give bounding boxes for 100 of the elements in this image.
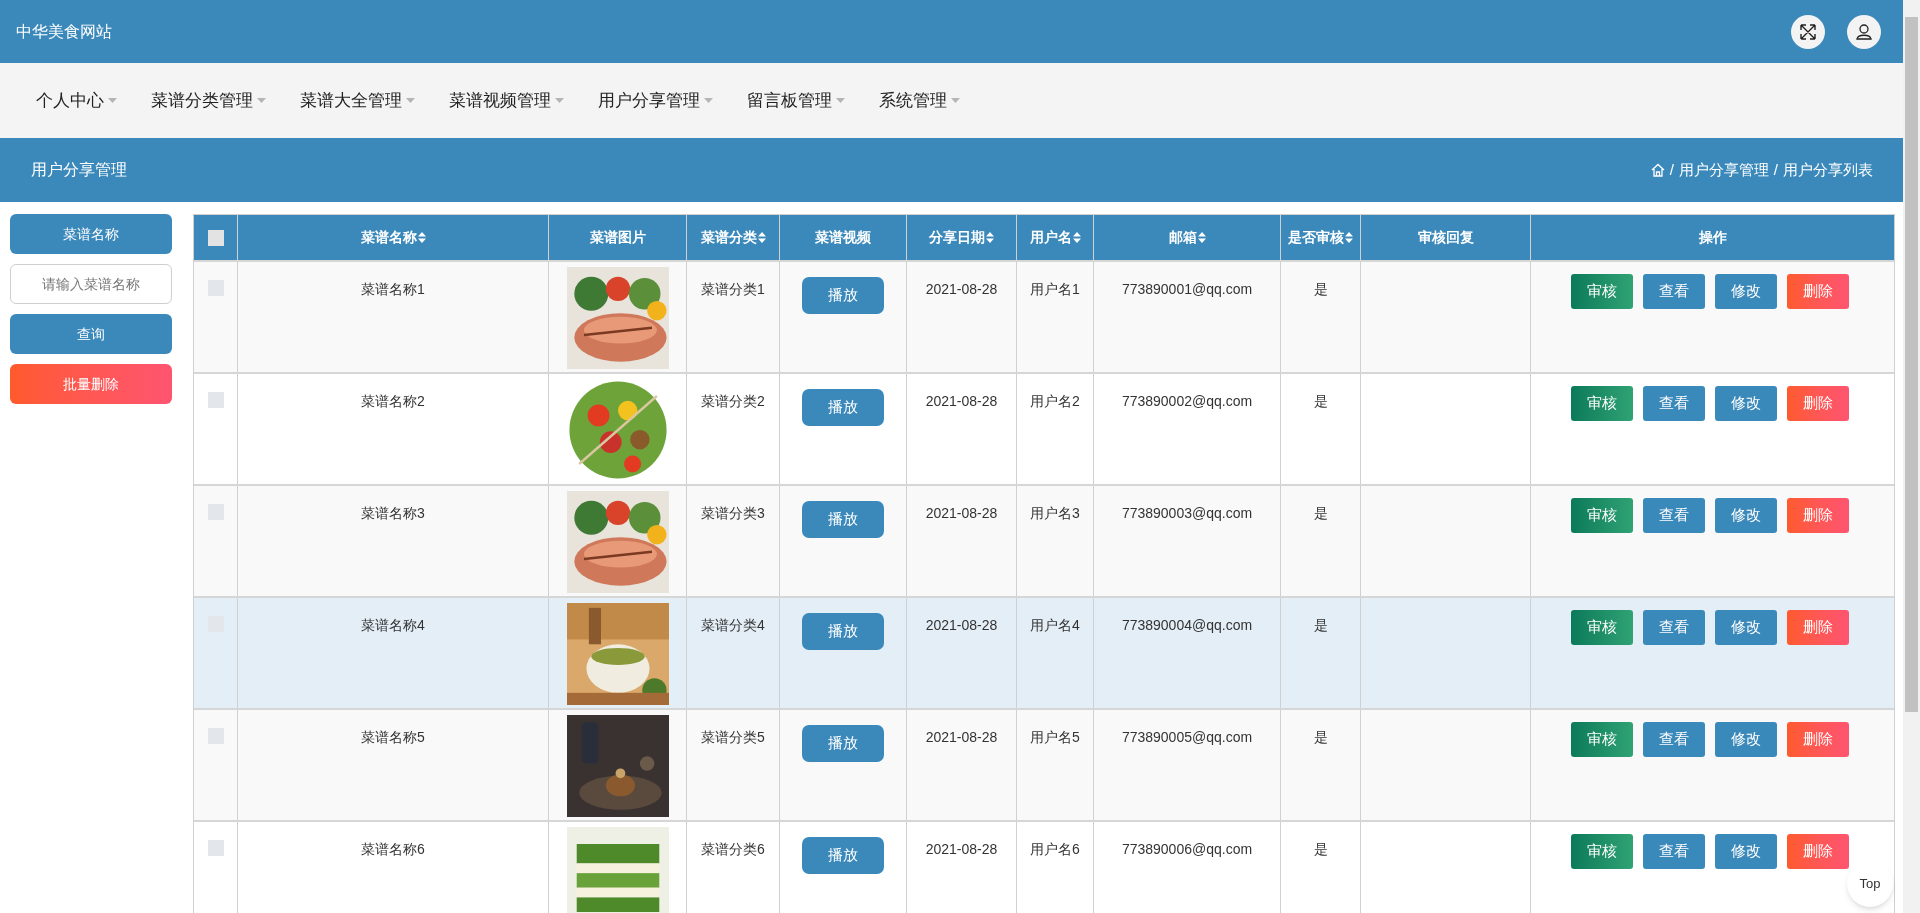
- table-cell-text: 菜谱分类5: [701, 728, 765, 747]
- table-cell-text: 是: [1313, 280, 1328, 299]
- table-cell-text: 2021-08-28: [925, 616, 998, 635]
- caret-icon: [555, 98, 564, 103]
- expand-icon: [1799, 22, 1817, 41]
- table-cell-text: 是: [1313, 616, 1328, 635]
- user-button[interactable]: [1847, 14, 1881, 49]
- column-header[interactable]: 邮箱: [1168, 227, 1197, 248]
- table-cell-text: 用户名3: [1030, 504, 1080, 523]
- search-field[interactable]: 请输入菜谱名称: [10, 264, 172, 304]
- breadcrumb-item: 用户分享列表: [1783, 159, 1873, 180]
- action-button[interactable]: 审核: [1570, 274, 1633, 309]
- action-button[interactable]: 审核: [1570, 498, 1633, 533]
- fullscreen-button[interactable]: [1791, 14, 1825, 49]
- nav-menu[interactable]: 系统管理: [879, 87, 960, 114]
- table-cell-text: 菜谱名称2: [361, 392, 425, 411]
- breadcrumb-item[interactable]: 用户分享管理: [1678, 158, 1769, 182]
- action-button[interactable]: 审核: [1570, 834, 1633, 869]
- play-button[interactable]: 播放: [802, 389, 884, 426]
- breadcrumb-separator: /: [1669, 159, 1674, 180]
- action-button[interactable]: 删除: [1786, 498, 1849, 533]
- action-button[interactable]: 查看: [1642, 386, 1705, 421]
- action-button[interactable]: 修改: [1714, 386, 1777, 421]
- action-button[interactable]: 审核: [1570, 386, 1633, 421]
- sort-icon[interactable]: [417, 232, 426, 243]
- sort-icon[interactable]: [1197, 232, 1206, 243]
- table-cell-text: 菜谱名称4: [361, 616, 425, 635]
- table-cell-text: 菜谱分类3: [701, 504, 765, 523]
- table-cell-text: 菜谱名称3: [361, 504, 425, 523]
- nav-menu[interactable]: 个人中心: [36, 87, 117, 114]
- play-button[interactable]: 播放: [802, 725, 884, 762]
- column-header[interactable]: 分享日期: [929, 227, 985, 248]
- action-button[interactable]: 查看: [1642, 834, 1705, 869]
- action-button[interactable]: 修改: [1714, 274, 1777, 309]
- nav-menu[interactable]: 留言板管理: [747, 87, 845, 114]
- table-cell-text: 773890001@qq.com: [1121, 280, 1253, 299]
- sort-icon[interactable]: [757, 232, 766, 243]
- nav-menu[interactable]: 菜谱视频管理: [449, 87, 564, 114]
- caret-icon: [108, 98, 117, 103]
- action-button[interactable]: 删除: [1786, 722, 1849, 757]
- action-button[interactable]: 删除: [1786, 386, 1849, 421]
- sort-icon[interactable]: [1072, 232, 1081, 243]
- nav-menu[interactable]: 菜谱大全管理: [300, 87, 415, 114]
- table-cell-text: 2021-08-28: [925, 392, 998, 411]
- action-button[interactable]: 修改: [1714, 722, 1777, 757]
- play-button[interactable]: 播放: [802, 501, 884, 538]
- caret-icon: [951, 98, 960, 103]
- table-cell-text: 2021-08-28: [925, 280, 998, 299]
- breadcrumb-separator: /: [1773, 159, 1778, 180]
- table-cell-text: 菜谱名称6: [361, 840, 425, 859]
- row-checkbox[interactable]: [207, 840, 224, 856]
- row-checkbox[interactable]: [207, 392, 224, 408]
- sort-icon[interactable]: [986, 232, 994, 243]
- action-button[interactable]: 查看: [1642, 498, 1705, 533]
- page-title: 用户分享管理: [31, 160, 127, 180]
- home-icon[interactable]: [1650, 163, 1665, 177]
- nav-menu[interactable]: 菜谱分类管理: [151, 87, 266, 114]
- sort-icon[interactable]: [1345, 232, 1353, 243]
- action-button[interactable]: 修改: [1714, 610, 1777, 645]
- batch-delete-button[interactable]: 批量删除: [10, 364, 172, 404]
- action-button[interactable]: 查看: [1642, 274, 1705, 309]
- table-cell-text: 2021-08-28: [925, 504, 998, 523]
- table-cell-text: 2021-08-28: [925, 728, 998, 747]
- play-button[interactable]: 播放: [802, 837, 884, 874]
- query-button[interactable]: 查询: [10, 314, 172, 354]
- table-cell-text: 用户名2: [1030, 392, 1080, 411]
- action-button[interactable]: 查看: [1642, 722, 1705, 757]
- action-button[interactable]: 审核: [1570, 610, 1633, 645]
- caret-icon: [257, 98, 266, 103]
- action-button[interactable]: 查看: [1642, 610, 1705, 645]
- table-cell-text: 用户名4: [1030, 616, 1080, 635]
- scrollbar[interactable]: [1903, 0, 1920, 913]
- table-cell-text: 用户名6: [1030, 840, 1080, 859]
- column-header[interactable]: 菜谱名称: [360, 227, 417, 248]
- column-header[interactable]: 是否审核: [1288, 227, 1344, 248]
- column-header: 审核回复: [1417, 228, 1474, 247]
- play-button[interactable]: 播放: [802, 277, 884, 314]
- user-icon: [1855, 22, 1873, 41]
- table-cell-text: 是: [1313, 504, 1328, 523]
- table-cell-text: 菜谱分类4: [701, 616, 765, 635]
- column-header[interactable]: 菜谱分类: [700, 227, 757, 248]
- table-cell-text: 菜谱分类1: [701, 280, 765, 299]
- action-button[interactable]: 审核: [1570, 722, 1633, 757]
- action-button[interactable]: 删除: [1786, 610, 1849, 645]
- play-button[interactable]: 播放: [802, 613, 884, 650]
- table-cell-text: 用户名1: [1030, 280, 1080, 299]
- field-label: 菜谱名称: [10, 214, 172, 254]
- action-button[interactable]: 修改: [1714, 834, 1777, 869]
- table-cell-text: 菜谱分类6: [701, 840, 765, 859]
- column-header[interactable]: 用户名: [1029, 227, 1072, 248]
- nav-menu[interactable]: 用户分享管理: [598, 87, 713, 114]
- table-cell-text: 用户名5: [1030, 728, 1080, 747]
- table-cell-text: 是: [1313, 728, 1328, 747]
- action-button[interactable]: 删除: [1786, 834, 1849, 869]
- action-button[interactable]: 修改: [1714, 498, 1777, 533]
- table-cell-text: 是: [1313, 840, 1328, 859]
- select-all-checkbox[interactable]: [207, 229, 224, 246]
- caret-icon: [406, 98, 415, 103]
- table-cell-text: 773890006@qq.com: [1121, 840, 1253, 859]
- action-button[interactable]: 删除: [1786, 274, 1849, 309]
